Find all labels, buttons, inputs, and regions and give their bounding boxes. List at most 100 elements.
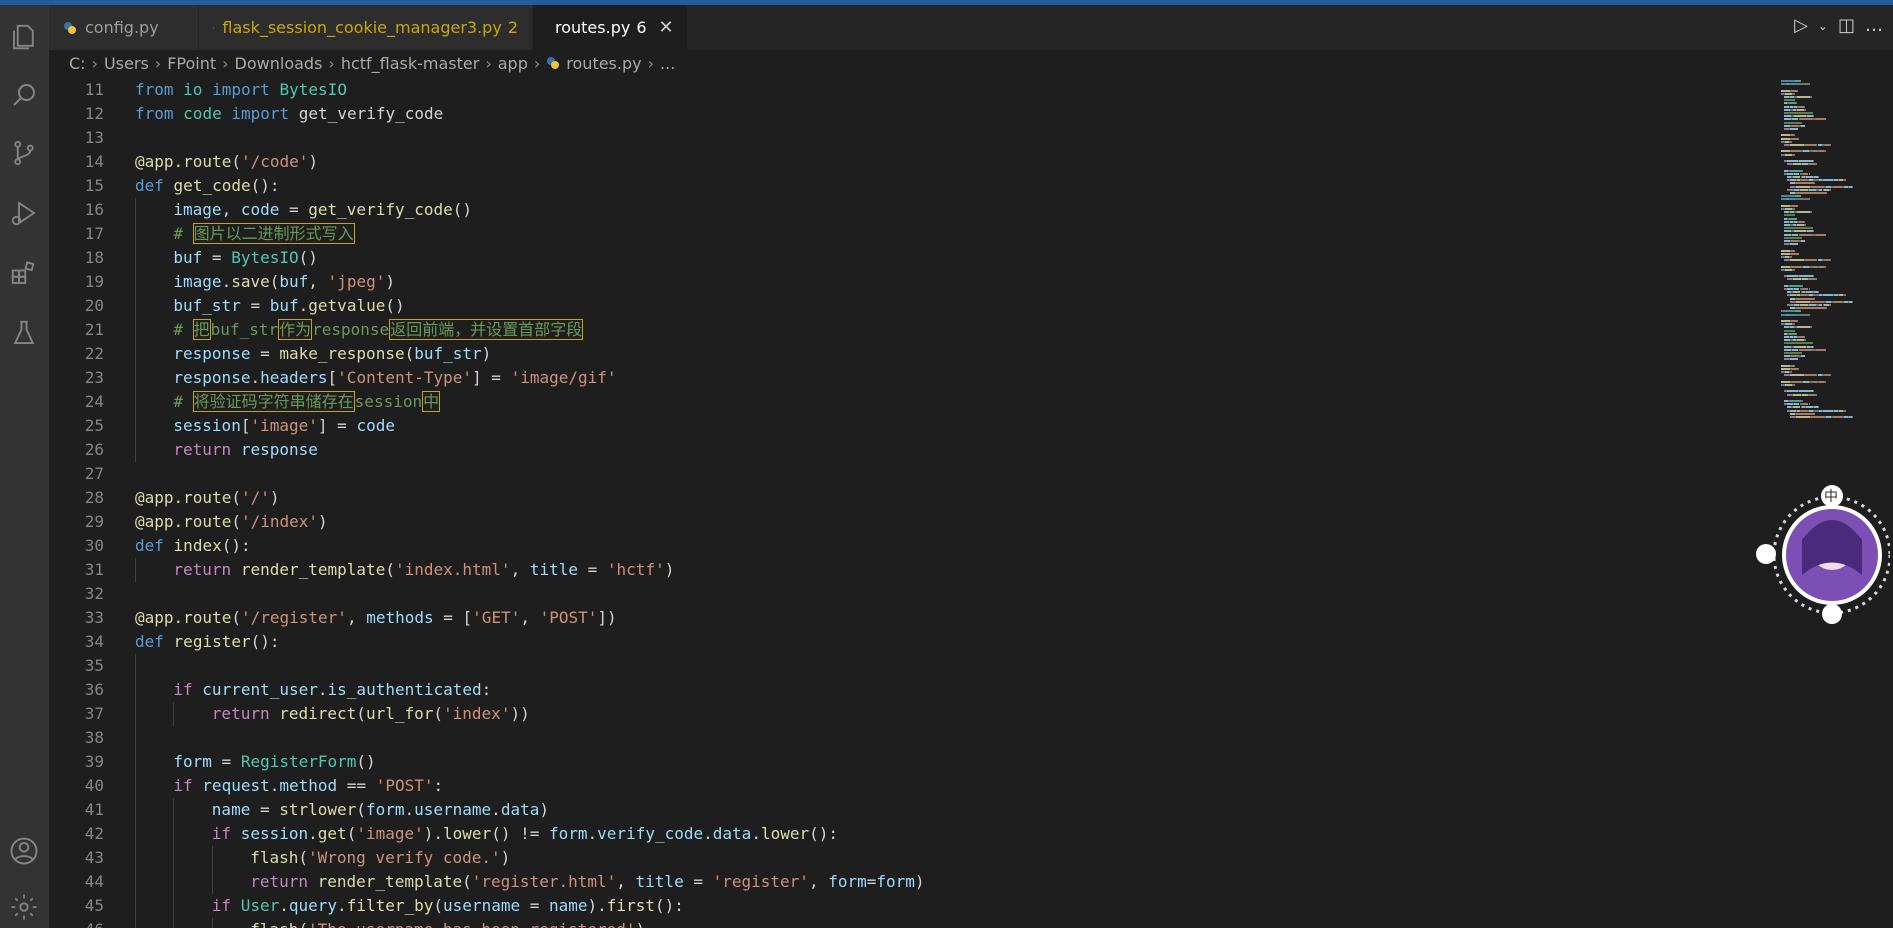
breadcrumb-item[interactable]: hctf_flask-master <box>341 54 480 73</box>
testing-icon[interactable] <box>6 315 42 351</box>
code-line[interactable]: 30 def index(): <box>49 534 1769 558</box>
breadcrumb-item[interactable]: Users <box>104 54 149 73</box>
breadcrumb-item[interactable]: C: <box>69 54 86 73</box>
code-token: lower <box>443 824 492 843</box>
code-line[interactable]: 15 def get_code(): <box>49 174 1769 198</box>
code-line[interactable]: 38 <box>49 726 1769 750</box>
minimap-stroke <box>1781 249 1790 252</box>
search-icon[interactable] <box>6 77 42 113</box>
more-actions-icon[interactable]: … <box>1865 15 1883 36</box>
indent-guide <box>135 654 136 678</box>
breadcrumb-item[interactable]: app <box>498 54 528 73</box>
minimap-stroke <box>1797 89 1799 92</box>
code-line[interactable]: 18 buf = BytesIO() <box>49 246 1769 270</box>
code-line[interactable]: 12 from code import get_verify_code <box>49 102 1769 126</box>
code-token: if <box>211 896 232 915</box>
minimap-stroke <box>1802 342 1813 345</box>
code-line[interactable]: 14 @app.route('/code') <box>49 150 1769 174</box>
code-line[interactable]: 44 return render_template('register.html'… <box>49 870 1769 894</box>
line-number: 35 <box>84 656 104 675</box>
code-line[interactable]: 20 buf_str = buf.getvalue() <box>49 294 1769 318</box>
code-line[interactable]: 16 image, code = get_verify_code() <box>49 198 1769 222</box>
code-line[interactable]: 39 form = RegisterForm() <box>49 750 1769 774</box>
minimap-stroke <box>1796 185 1810 188</box>
code-line[interactable]: 25 session['image'] = code <box>49 414 1769 438</box>
code-token: return <box>250 872 308 891</box>
code-token: form <box>173 752 212 771</box>
code-line[interactable]: 33 @app.route('/register', methods = ['GE… <box>49 606 1769 630</box>
account-icon[interactable] <box>6 833 42 869</box>
minimap-stroke <box>1803 108 1806 111</box>
settings-icon[interactable] <box>6 889 42 925</box>
code-line[interactable]: 11 from io import BytesIO <box>49 78 1769 102</box>
code-line[interactable]: 31 return render_template('index.html', t… <box>49 558 1769 582</box>
code-line[interactable]: 42 if session.get('image').lower() != for… <box>49 822 1769 846</box>
code-line[interactable]: 32 <box>49 582 1769 606</box>
breadcrumb-item[interactable]: routes.py <box>566 54 641 73</box>
code-line[interactable]: 28 @app.route('/') <box>49 486 1769 510</box>
code-token: @app.route <box>135 152 232 171</box>
code-token: strlower <box>279 800 357 819</box>
extensions-icon[interactable] <box>6 255 42 291</box>
minimap-stroke <box>1789 256 1792 258</box>
indent-guide <box>135 870 136 894</box>
minimap-stroke <box>1784 345 1792 348</box>
explorer-icon[interactable] <box>6 19 42 55</box>
code-line[interactable]: 35 <box>49 654 1769 678</box>
code-line[interactable]: 37 return redirect(url_for('index')) <box>49 702 1769 726</box>
indent-guide <box>211 846 213 870</box>
code-line[interactable]: 24 # 将验证码字符串储存在session中 <box>49 390 1769 414</box>
chevron-down-icon[interactable]: ⌄ <box>1818 19 1828 33</box>
code-line[interactable]: 17 # 图片以二进制形式写入 <box>49 222 1769 246</box>
code-token: . <box>298 296 309 315</box>
code-token: ) <box>914 872 925 891</box>
code-text: image, code = get_verify_code() <box>173 198 472 222</box>
code-line[interactable]: 43 flash('Wrong verify code.') <box>49 846 1769 870</box>
code-line[interactable]: 26 return response <box>49 438 1769 462</box>
code-token: form <box>549 824 588 843</box>
code-token: ( <box>433 896 444 915</box>
code-line[interactable]: 23 response.headers['Content-Type'] = 'im… <box>49 366 1769 390</box>
minimap-stroke <box>1794 195 1802 198</box>
code-token: ) <box>481 344 492 363</box>
code-line[interactable]: 22 response = make_response(buf_str) <box>49 342 1769 366</box>
breadcrumb-item[interactable]: ... <box>660 54 675 73</box>
tab-config-py[interactable]: config.py <box>49 5 199 50</box>
code-line[interactable]: 36 if current_user.is_authenticated: <box>49 678 1769 702</box>
source-control-icon[interactable] <box>6 135 42 171</box>
code-line[interactable]: 21 # 把buf_str作为response返回前端，并设置首部字段 <box>49 318 1769 342</box>
minimap-stroke <box>1802 112 1813 114</box>
code-token: ) <box>269 488 280 507</box>
code-line[interactable]: 27 <box>49 462 1769 486</box>
close-icon[interactable]: ✕ <box>659 17 674 38</box>
breadcrumb-item[interactable]: Downloads <box>235 54 323 73</box>
code-text: # 将验证码字符串储存在session中 <box>173 390 441 414</box>
code-token: ( <box>298 848 308 867</box>
tab-routes-py[interactable]: routes.py 6 ✕ <box>533 5 688 50</box>
code-token: ( <box>404 344 415 363</box>
indent-guide <box>135 918 136 928</box>
code-line[interactable]: 40 if request.method == 'POST': <box>49 774 1769 798</box>
code-line[interactable]: 19 image.save(buf, 'jpeg') <box>49 270 1769 294</box>
code-token: 作为 <box>278 319 313 340</box>
code-line[interactable]: 41 name = strlower(form.username.data) <box>49 798 1769 822</box>
run-icon[interactable]: ▷ <box>1794 15 1808 36</box>
run-debug-icon[interactable] <box>6 195 42 231</box>
minimap-stroke <box>1784 268 1792 271</box>
code-line[interactable]: 29 @app.route('/index') <box>49 510 1769 534</box>
minimap-stroke <box>1806 406 1814 409</box>
code-token: ( <box>356 800 366 819</box>
split-editor-icon[interactable]: ◫ <box>1838 15 1855 36</box>
tab-flask-session-cookie-manager3[interactable]: flask_session_cookie_manager3.py 2 <box>199 5 533 50</box>
avatar-widget[interactable]: 中 <box>1750 480 1892 630</box>
breadcrumb-item[interactable]: FPoint <box>167 54 216 73</box>
minimap-stroke <box>1784 118 1792 121</box>
code-editor[interactable]: 11 from io import BytesIO 12 from code impo… <box>49 78 1773 928</box>
code-line[interactable]: 45 if User.query.filter_by(username = nam… <box>49 894 1769 918</box>
code-line[interactable]: 34 def register(): <box>49 630 1769 654</box>
code-token: () <box>356 752 376 771</box>
code-line[interactable]: 13 <box>49 126 1769 150</box>
code-line[interactable]: 46 flash('The username has been registere… <box>49 918 1769 928</box>
